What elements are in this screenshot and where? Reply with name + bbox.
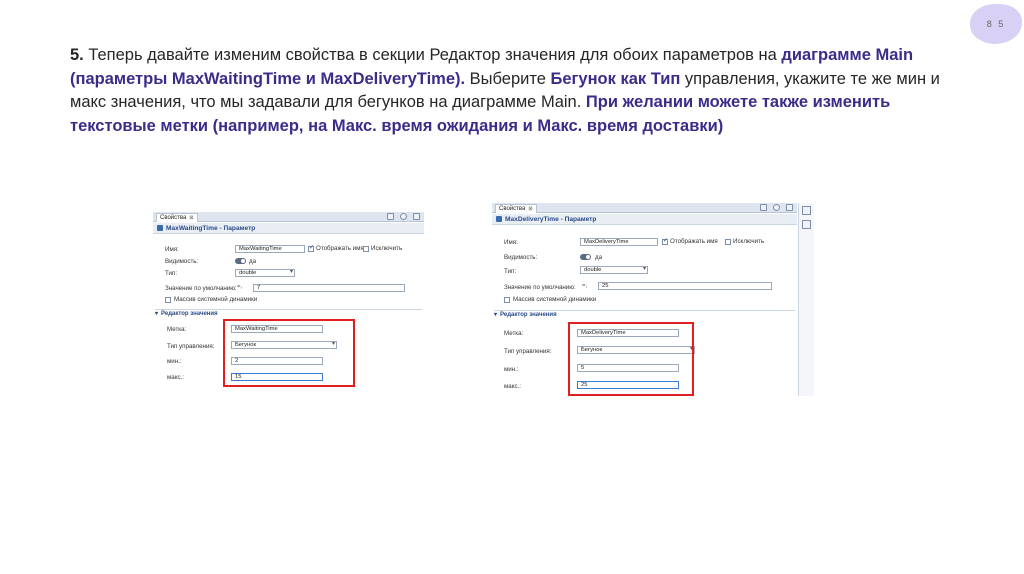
name-input[interactable]: MaxDeliveryTime (580, 238, 658, 246)
close-icon[interactable]: ⊠ (189, 215, 193, 221)
system-dynamics-label: Массив системной динамики (174, 296, 258, 303)
default-value-label: Значение по умолчанию: (165, 285, 237, 292)
parameter-icon (157, 225, 163, 231)
page-number: 8 5 (986, 19, 1006, 29)
exclude-label: Исключить (733, 238, 765, 245)
properties-panel-max-waiting-time: Свойства ⊠ MaxWaitingTime - Параметр Имя… (153, 212, 424, 387)
default-value-input[interactable]: 7 (253, 284, 405, 292)
type-label: Тип: (504, 268, 517, 275)
panel-tab-bar: Свойства ⊠ (153, 212, 424, 222)
exclude-label: Исключить (371, 245, 403, 252)
tab-label: Свойства (160, 215, 187, 221)
exclude-checkbox[interactable] (725, 239, 731, 245)
instruction-text: 5. Теперь давайте изменим свойства в сек… (70, 44, 950, 138)
control-type-label: Тип управления: (167, 343, 215, 350)
value-editor-section[interactable]: Редактор значения (494, 310, 795, 320)
show-name-checkbox[interactable] (662, 237, 668, 245)
visibility-label: Видимость: (504, 254, 538, 261)
name-label: Имя: (504, 239, 518, 246)
default-value-label: Значение по умолчанию: (504, 284, 576, 291)
value-editor-section[interactable]: Редактор значения (155, 309, 422, 319)
tab-properties[interactable]: Свойства ⊠ (156, 213, 198, 222)
highlight-box (223, 319, 355, 387)
min-label: мин.: (167, 358, 182, 365)
pin-icon[interactable] (387, 213, 394, 220)
name-label: Имя: (165, 246, 179, 253)
minimize-icon[interactable] (400, 213, 407, 220)
visibility-value: да (595, 254, 603, 261)
close-icon[interactable]: ⊠ (528, 206, 532, 212)
min-label: мин.: (504, 366, 519, 373)
maximize-icon[interactable] (786, 204, 793, 211)
panel-title: MaxWaitingTime - Параметр (166, 224, 256, 232)
maximize-icon[interactable] (413, 213, 420, 220)
side-toolbar (798, 203, 814, 396)
instruction-part-2: Выберите (465, 69, 551, 88)
max-label: макс.: (167, 374, 185, 381)
default-value-input[interactable]: 25 (598, 282, 772, 290)
parameter-icon (496, 216, 502, 222)
step-number: 5. (70, 46, 84, 64)
system-dynamics-checkbox[interactable] (165, 297, 171, 303)
mark-label: Метка: (504, 330, 524, 337)
panel-title: MaxDeliveryTime - Параметр (505, 215, 597, 223)
page-number-badge: 8 5 (970, 4, 1022, 44)
panel-title-bar: MaxWaitingTime - Параметр (153, 223, 424, 234)
code-mode-icon[interactable]: =, (237, 284, 242, 290)
code-mode-icon[interactable]: =, (582, 283, 587, 289)
properties-panel-max-delivery-time: Свойства ⊠ MaxDeliveryTime - Параметр Им… (492, 203, 815, 396)
control-type-label: Тип управления: (504, 348, 552, 355)
type-select[interactable]: double (235, 269, 295, 277)
tab-properties[interactable]: Свойства ⊠ (495, 204, 537, 213)
max-label: макс.: (504, 383, 522, 390)
show-name-checkbox[interactable] (308, 244, 314, 252)
mark-label: Метка: (167, 326, 187, 333)
panel-title-bar: MaxDeliveryTime - Параметр (492, 214, 797, 225)
type-select[interactable]: double (580, 266, 648, 274)
visibility-value: да (249, 258, 257, 265)
instruction-part-1: Теперь давайте изменим свойства в секции… (83, 46, 782, 64)
type-label: Тип: (165, 270, 178, 277)
pin-icon[interactable] (760, 204, 767, 211)
highlight-box (568, 322, 694, 396)
minimize-icon[interactable] (773, 204, 780, 211)
panel-tab-bar: Свойства ⊠ (492, 203, 797, 213)
visibility-toggle[interactable] (580, 254, 591, 260)
system-dynamics-label: Массив системной динамики (513, 296, 597, 303)
visibility-toggle[interactable] (235, 258, 246, 264)
name-input[interactable]: MaxWaitingTime (235, 245, 305, 253)
system-dynamics-checkbox[interactable] (504, 297, 510, 303)
visibility-label: Видимость: (165, 258, 199, 265)
instruction-highlight-2: Бегунок как Тип (550, 69, 681, 88)
restore-icon[interactable] (802, 220, 811, 229)
exclude-checkbox[interactable] (363, 246, 369, 252)
show-name-label: Отображать имя (316, 245, 364, 252)
minimize-icon[interactable] (802, 206, 811, 215)
show-name-label: Отображать имя (670, 238, 718, 245)
tab-label: Свойства (499, 206, 526, 212)
